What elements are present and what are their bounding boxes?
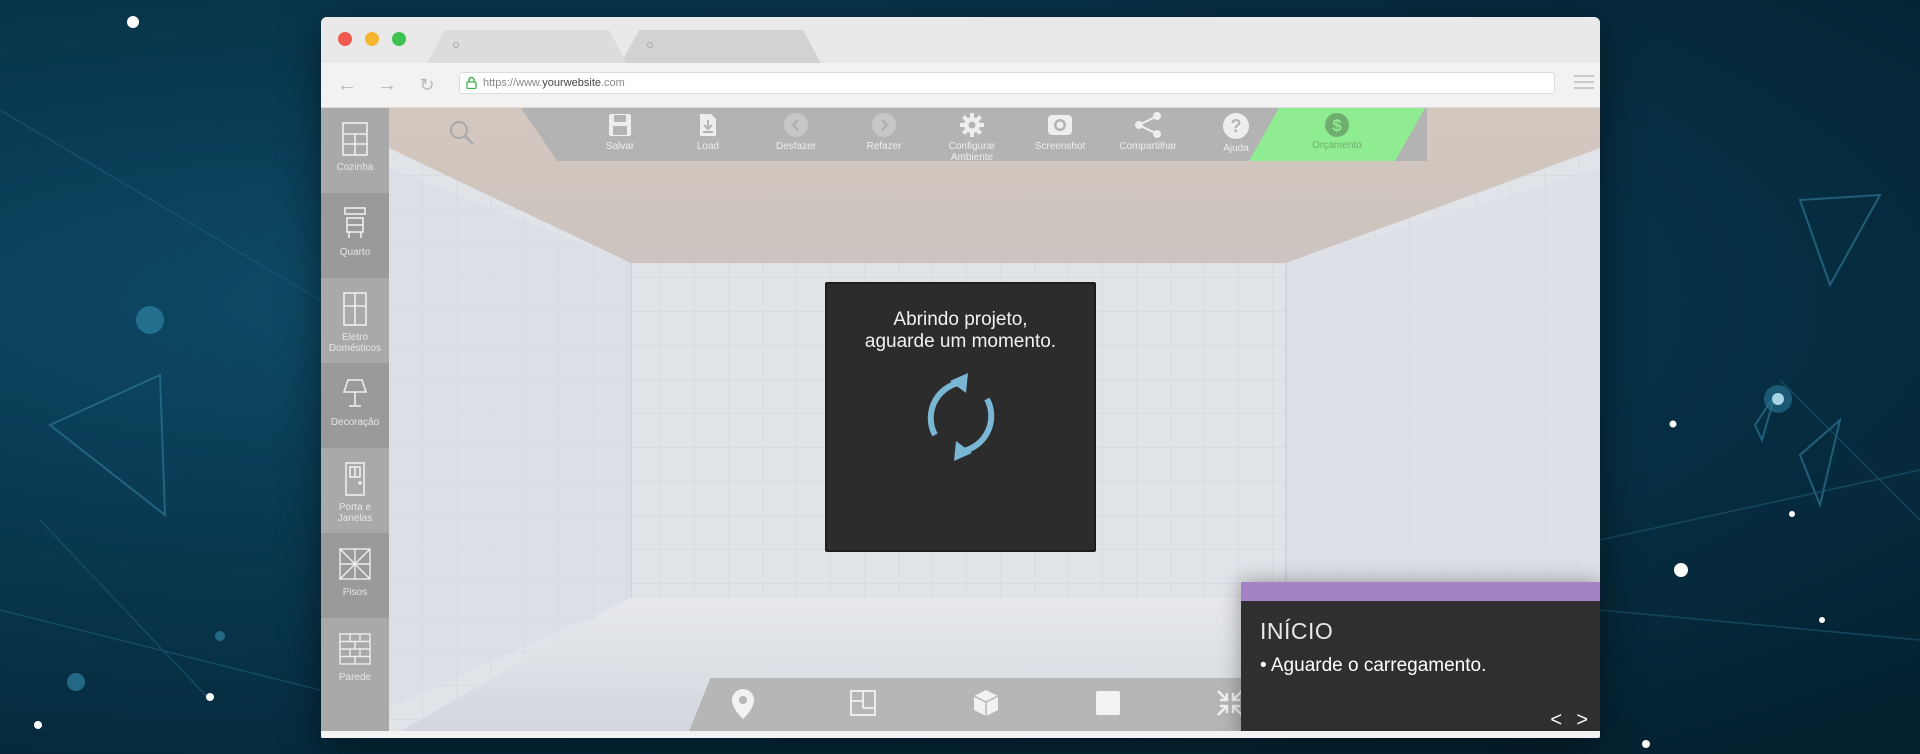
sidebar-item-label: Eletro Domésticos: [328, 332, 382, 354]
refresh-spinner-icon: [927, 373, 994, 461]
tutorial-next-button[interactable]: >: [1576, 709, 1588, 732]
url-domain: yourwebsite: [542, 77, 601, 89]
floppy-icon: [609, 114, 631, 136]
address-bar: ← → ↻ https://www.yourwebsite.com: [321, 63, 1600, 108]
maximize-window-button[interactable]: [392, 32, 406, 46]
save-label: Salvar: [605, 141, 635, 152]
undo-button[interactable]: Desfazer: [751, 112, 841, 152]
lock-icon: [466, 76, 477, 89]
browser-bottom-edge: [321, 731, 1600, 738]
screenshot-button[interactable]: Screenshot: [1015, 112, 1105, 152]
back-arrow-icon[interactable]: ←: [333, 71, 361, 99]
redo-icon: [872, 113, 896, 137]
cabinet-icon: [342, 122, 368, 156]
share-button[interactable]: Compartilhar: [1103, 112, 1193, 152]
app-viewport[interactable]: Salvar Load Desfazer Refazer Configurar …: [321, 108, 1600, 738]
dresser-icon: [344, 207, 366, 238]
share-label: Compartilhar: [1119, 141, 1177, 152]
lamp-icon: [342, 379, 368, 407]
category-sidebar: Cozinha Quarto Eletro Domésticos Decoraç…: [321, 108, 389, 738]
load-label: Load: [696, 141, 720, 152]
floor-plan-icon[interactable]: [849, 688, 877, 718]
search-icon[interactable]: [449, 120, 475, 151]
help-label: Ajuda: [1223, 143, 1249, 154]
help-icon: ?: [1223, 113, 1249, 139]
configure-environment-button[interactable]: Configurar Ambiente: [927, 112, 1017, 163]
undo-label: Desfazer: [775, 141, 816, 152]
load-button[interactable]: Load: [663, 112, 753, 152]
tutorial-accent-bar: [1241, 582, 1600, 601]
browser-tab-1[interactable]: [427, 30, 627, 63]
loading-dialog: Abrindo projeto, aguarde um momento.: [825, 282, 1096, 552]
browser-titlebar: [321, 17, 1600, 63]
sidebar-item-label: Quarto: [339, 247, 371, 258]
bottom-toolbar: [688, 678, 1248, 734]
reload-icon[interactable]: ↻: [413, 71, 441, 99]
camera-icon: [1048, 115, 1072, 135]
dollar-icon: $: [1325, 113, 1349, 137]
3d-cube-icon[interactable]: [972, 688, 1000, 718]
sidebar-item-porta-e-janelas[interactable]: Porta e Janelas: [321, 448, 389, 533]
forward-arrow-icon[interactable]: →: [373, 71, 401, 99]
sidebar-item-label: Porta e Janelas: [337, 502, 373, 524]
door-icon: [345, 462, 365, 496]
save-button[interactable]: Salvar: [575, 112, 665, 152]
floor-tile-icon: [339, 548, 371, 580]
browser-tab-2[interactable]: [621, 30, 821, 63]
sidebar-item-pisos[interactable]: Pisos: [321, 533, 389, 618]
sidebar-item-label: Pisos: [342, 587, 368, 598]
sidebar-item-decoracao[interactable]: Decoração: [321, 363, 389, 448]
budget-button[interactable]: $ Orçamento: [1249, 108, 1425, 161]
sidebar-item-quarto[interactable]: Quarto: [321, 193, 389, 278]
svg-text:?: ?: [1231, 116, 1242, 136]
square-icon[interactable]: [1095, 688, 1121, 718]
redo-button[interactable]: Refazer: [839, 112, 929, 152]
undo-icon: [784, 113, 808, 137]
sidebar-item-label: Cozinha: [336, 162, 374, 173]
sidebar-item-eletro-domesticos[interactable]: Eletro Domésticos: [321, 278, 389, 363]
tutorial-title: INÍCIO: [1260, 618, 1334, 644]
tutorial-prev-button[interactable]: <: [1550, 709, 1562, 732]
screenshot-label: Screenshot: [1034, 141, 1086, 152]
loading-line-2: aguarde um momento.: [864, 331, 1057, 352]
close-window-button[interactable]: [338, 32, 352, 46]
redo-label: Refazer: [866, 141, 902, 152]
url-prefix: https://www.: [483, 77, 543, 89]
svg-text:$: $: [1332, 116, 1342, 135]
hamburger-menu-icon[interactable]: [1574, 75, 1594, 91]
location-pin-icon[interactable]: [730, 688, 756, 720]
tutorial-body: • Aguarde o carregamento.: [1260, 655, 1487, 676]
url-suffix: .com: [601, 77, 625, 89]
sidebar-item-label: Decoração: [330, 417, 380, 428]
url-field[interactable]: https://www.yourwebsite.com: [459, 72, 1555, 94]
sidebar-item-label: Parede: [338, 672, 372, 683]
share-icon: [1135, 112, 1161, 138]
sidebar-item-parede[interactable]: Parede: [321, 618, 389, 703]
loading-line-1: Abrindo projeto,: [893, 309, 1028, 330]
configure-environment-label: Configurar Ambiente: [948, 141, 996, 163]
budget-label: Orçamento: [1312, 140, 1362, 151]
minimize-window-button[interactable]: [365, 32, 379, 46]
brick-wall-icon: [339, 633, 371, 665]
file-download-icon: [700, 114, 716, 136]
gear-icon: [960, 113, 984, 137]
sidebar-item-cozinha[interactable]: Cozinha: [321, 108, 389, 193]
fridge-icon: [343, 292, 367, 326]
browser-window: ← → ↻ https://www.yourwebsite.com Salvar…: [321, 17, 1600, 738]
tutorial-panel: INÍCIO • Aguarde o carregamento. < >: [1241, 582, 1600, 738]
